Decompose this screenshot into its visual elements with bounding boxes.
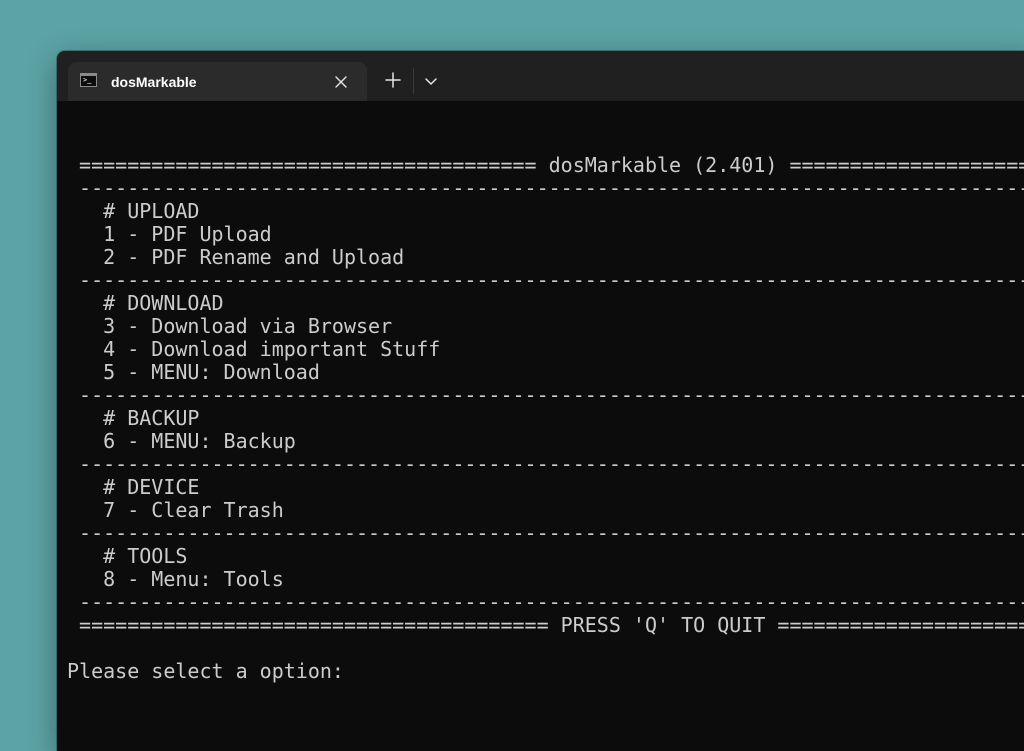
chevron-down-icon[interactable]	[420, 69, 442, 93]
terminal-line: # BACKUP	[67, 406, 200, 430]
terminal-line: ----------------------------------------…	[79, 521, 1024, 545]
close-icon[interactable]	[330, 71, 352, 93]
terminal-line: ----------------------------------------…	[79, 383, 1024, 407]
terminal-line: ----------------------------------------…	[79, 176, 1024, 200]
terminal-line: ====================================== d…	[79, 153, 1024, 177]
terminal-line: 1 - PDF Upload	[67, 222, 272, 246]
terminal-line: 6 - MENU: Backup	[67, 429, 296, 453]
tab-title: dosMarkable	[111, 74, 197, 90]
terminal-line: 3 - Download via Browser	[67, 314, 393, 338]
title-bar: >_ dosMarkable	[57, 51, 1024, 101]
plus-icon[interactable]	[381, 68, 405, 92]
terminal-line: 4 - Download important Stuff	[67, 337, 441, 361]
tab-dosmarkable[interactable]: >_ dosMarkable	[68, 62, 367, 101]
terminal-line: # UPLOAD	[67, 199, 200, 223]
terminal-line: ----------------------------------------…	[79, 452, 1024, 476]
terminal-line: # TOOLS	[67, 544, 188, 568]
terminal-line: ----------------------------------------…	[79, 268, 1024, 292]
titlebar-divider	[413, 68, 414, 94]
terminal-line: 8 - Menu: Tools	[67, 567, 284, 591]
terminal-line: ======================================= …	[79, 613, 1024, 637]
terminal-line: # DOWNLOAD	[67, 291, 224, 315]
terminal-line: 5 - MENU: Download	[67, 360, 320, 384]
terminal-line: 2 - PDF Rename and Upload	[67, 245, 405, 269]
terminal-line: # DEVICE	[67, 475, 200, 499]
terminal-line: ----------------------------------------…	[79, 590, 1024, 614]
terminal-icon: >_	[80, 73, 97, 87]
terminal-window: >_ dosMarkable =========================…	[57, 51, 1024, 751]
terminal-line: Please select a option:	[67, 659, 356, 683]
terminal-output[interactable]: ====================================== d…	[67, 131, 1024, 751]
terminal-icon-glyph: >_	[83, 76, 92, 84]
terminal-line: 7 - Clear Trash	[67, 498, 284, 522]
